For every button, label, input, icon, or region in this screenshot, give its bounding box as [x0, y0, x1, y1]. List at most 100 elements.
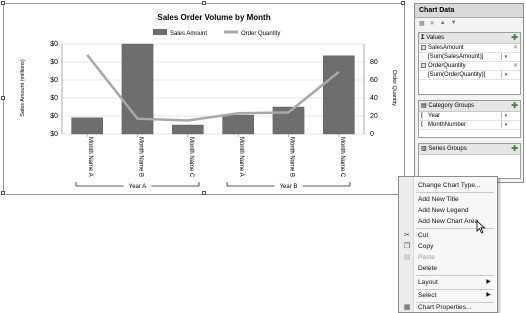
menu-label: Paste — [418, 254, 435, 261]
pane-title: Chart Data — [415, 4, 523, 18]
menu-item-add-new-legend[interactable]: Add New Legend — [399, 205, 497, 216]
left-axis-label: Sales Amount (millions) — [20, 59, 26, 117]
menu-label: Select — [418, 292, 437, 299]
menu-item-delete[interactable]: Delete — [399, 263, 497, 274]
right-axis-label: Order Quantity — [391, 70, 397, 106]
category-label: Month Name C — [188, 137, 194, 178]
legend-label-order: Order Quantity — [241, 31, 280, 37]
bar-sales-amount[interactable] — [222, 114, 254, 135]
toolbar-delete-icon[interactable]: ✕ — [430, 20, 435, 27]
bar-sales-amount[interactable] — [323, 55, 355, 135]
right-tick-label: 40 — [370, 95, 378, 102]
value-name: OrderQuantity — [428, 63, 466, 69]
menu-label: Delete — [418, 265, 438, 272]
add-series-icon[interactable]: ✚ — [511, 144, 518, 153]
bar-sales-amount[interactable] — [121, 43, 154, 135]
menu-label: Add New Chart Area — [418, 218, 479, 225]
value-expression: [Sum(OrderQuantity)] — [428, 72, 486, 78]
remove-icon[interactable]: ✕ — [513, 62, 518, 70]
category-label: Month Name B — [289, 137, 295, 177]
left-tick-label: $0 — [50, 77, 58, 84]
category-icon: ▤ — [421, 103, 427, 109]
menu-separator — [416, 192, 494, 193]
category-group-brackets: Year A Year B — [75, 182, 351, 190]
left-axis-ticks: $0 $0 $0 $0 $0 $0 — [50, 41, 58, 138]
bar-sales-amount[interactable] — [71, 117, 103, 135]
dropdown-arrow-icon[interactable]: ▾ — [501, 71, 510, 78]
menu-label: Copy — [418, 243, 434, 250]
right-tick-label: 80 — [370, 59, 378, 66]
category-groups-section: ▤ Category Groups ✚ ⁅ Year ▾ ⁅ MonthNumber ▾ — [418, 100, 521, 138]
category-label: Month Name B — [138, 137, 144, 177]
add-value-icon[interactable]: ✚ — [511, 33, 518, 42]
category-item-year[interactable]: ⁅ Year ▾ — [419, 112, 520, 121]
value-item-salesamount[interactable]: SalesAmount ✕ — [419, 44, 520, 53]
cut-icon: ✂ — [404, 232, 410, 239]
menu-item-select[interactable]: Select ▶ — [399, 290, 497, 301]
chart-title[interactable]: Sales Order Volume by Month — [157, 13, 270, 22]
legend-label-sales: Sales Amount — [170, 31, 207, 37]
series-header: ▥ Series Groups ✚ — [419, 144, 520, 155]
category-axis-labels: Month Name A Month Name B Month Name C Mont… — [86, 134, 345, 178]
submenu-arrow-icon: ▶ — [486, 279, 491, 285]
left-tick-label: $0 — [50, 131, 58, 138]
category-label: Month Name A — [238, 137, 244, 177]
category-label: Month Name A — [87, 137, 93, 177]
value-expr-salesamount[interactable]: [Sum(SalesAmount)] ▾ — [419, 53, 520, 62]
menu-label: Layout — [418, 279, 438, 286]
context-menu: Change Chart Type... Add New Title Add N… — [398, 176, 498, 313]
group-label: Year B — [280, 184, 298, 190]
category-item-monthnumber[interactable]: ⁅ MonthNumber ▾ — [419, 121, 520, 130]
chart-plot: Sales Order Volume by Month Sales Amount… — [20, 13, 397, 190]
group-bracket-icon: ⁅ — [421, 113, 424, 119]
copy-icon: ❐ — [403, 243, 411, 250]
dropdown-arrow-icon[interactable]: ▾ — [501, 121, 510, 128]
category-label: Month Name C — [339, 137, 345, 178]
right-axis-ticks: 80 60 40 20 0 — [370, 59, 378, 138]
remove-icon[interactable]: ✕ — [513, 44, 518, 52]
series-icon: ▥ — [421, 146, 427, 152]
sigma-icon: Σ — [421, 35, 425, 41]
left-tick-label: $0 — [50, 41, 58, 48]
series-header-label: Series Groups — [428, 146, 467, 152]
group-bracket-icon: ⁅ — [421, 122, 424, 128]
right-tick-label: 20 — [370, 113, 378, 120]
values-header-label: Values — [426, 35, 445, 41]
group-label: Year A — [129, 184, 146, 190]
toolbar-grid-icon[interactable]: ▦ — [419, 20, 425, 27]
submenu-arrow-icon: ▶ — [486, 292, 491, 298]
dropdown-arrow-icon[interactable]: ▾ — [501, 112, 510, 119]
menu-label: Chart Properties... — [418, 304, 472, 311]
category-name: MonthNumber — [428, 122, 467, 128]
values-section: Σ Values ✚ SalesAmount ✕ [Sum(SalesAmount)… — [418, 32, 521, 95]
series-groups-section: ▥ Series Groups ✚ — [418, 143, 521, 179]
value-name: SalesAmount — [428, 45, 464, 51]
menu-item-chart-properties[interactable]: ▦ Chart Properties... — [399, 302, 497, 313]
menu-item-copy[interactable]: ❐ Copy — [399, 241, 497, 252]
menu-item-add-new-title[interactable]: Add New Title — [399, 194, 497, 205]
menu-label: Add New Legend — [418, 207, 469, 214]
toolbar-down-icon[interactable]: ▼ — [451, 20, 457, 26]
right-tick-label: 60 — [370, 77, 378, 84]
bar-sales-amount[interactable] — [172, 124, 204, 135]
chart-design-surface[interactable]: Sales Order Volume by Month Sales Amount… — [1, 1, 405, 195]
menu-label: Add New Title — [418, 196, 459, 203]
menu-item-layout[interactable]: Layout ▶ — [399, 277, 497, 288]
menu-label: Change Chart Type... — [418, 182, 481, 189]
value-expr-orderquantity[interactable]: [Sum(OrderQuantity)] ▾ — [419, 71, 520, 80]
toolbar-up-icon[interactable]: ▲ — [440, 20, 446, 26]
value-item-orderquantity[interactable]: OrderQuantity ✕ — [419, 62, 520, 71]
left-tick-label: $0 — [50, 113, 58, 120]
menu-separator — [416, 275, 494, 276]
dropdown-arrow-icon[interactable]: ▾ — [501, 53, 510, 60]
add-category-icon[interactable]: ✚ — [511, 101, 518, 110]
left-tick-label: $0 — [50, 59, 58, 66]
chart-data-pane: Chart Data ▦ ✕ ▲ ▼ Σ Values ✚ SalesAmount… — [414, 3, 524, 183]
chart-series-icon — [421, 45, 426, 50]
values-header: Σ Values ✚ — [419, 33, 520, 44]
menu-item-paste[interactable]: ▤ Paste — [399, 252, 497, 263]
menu-item-change-chart-type[interactable]: Change Chart Type... — [399, 180, 497, 191]
right-tick-label: 0 — [370, 131, 374, 138]
left-tick-label: $0 — [50, 95, 58, 102]
mouse-cursor-icon — [476, 220, 486, 234]
